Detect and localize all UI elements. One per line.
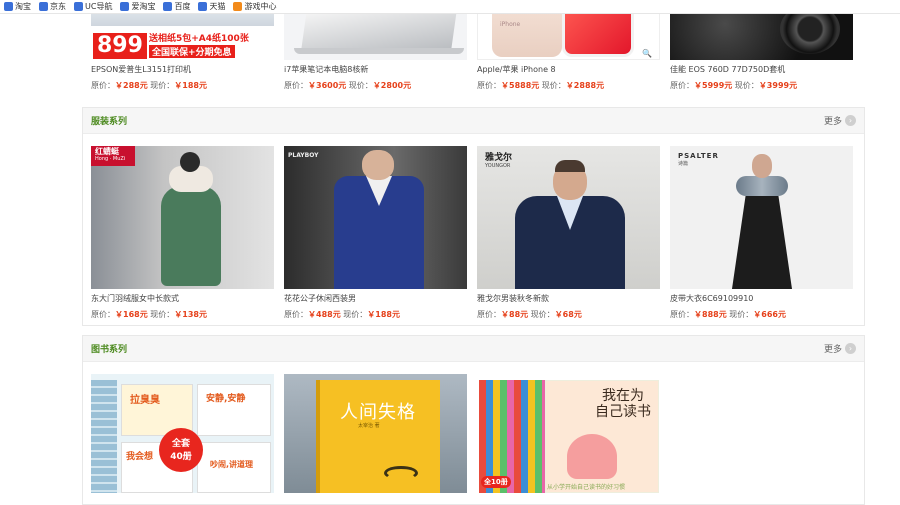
- brand-logo: 雅戈尔: [485, 153, 513, 163]
- product-card[interactable]: PSALTER 诗篇 皮带大衣6C69109910 原价：￥888元 现价：￥6…: [670, 146, 853, 320]
- product-image-reading-set[interactable]: 我在为 自己读书 从小学开始自己读书的好习惯 全10册: [477, 374, 660, 493]
- product-card[interactable]: 拉臭臭 安静,安静 我会想 吵闹,讲道理 全套 40册: [91, 374, 274, 493]
- bookmark-icon: [39, 2, 48, 11]
- arrow-right-icon: ›: [845, 343, 856, 354]
- cover-author: 太宰治 著: [358, 423, 380, 429]
- bookmark-icon: [120, 2, 130, 11]
- product-price: 原价：￥5999元 现价：￥3999元: [670, 81, 798, 90]
- cover-title: 吵闹,讲道理: [210, 460, 254, 469]
- product-image-coat-black[interactable]: PSALTER 诗篇: [670, 146, 853, 289]
- more-link[interactable]: 更多 ›: [824, 342, 856, 355]
- arrow-right-icon: ›: [845, 115, 856, 126]
- bookmark-label: 淘宝: [15, 2, 31, 11]
- brand-logo: PLAYBOY: [288, 152, 319, 159]
- product-name[interactable]: 花花公子休闲西装男: [284, 293, 467, 304]
- bookmark-baidu[interactable]: 百度: [163, 1, 190, 12]
- product-image-coat-green[interactable]: 红蜻蜓 Hong · MuZi: [91, 146, 274, 289]
- set-badge: 全套 40册: [159, 428, 203, 472]
- product-price: 原价：￥5888元 现价：￥2888元: [477, 81, 605, 90]
- phone-label: iPhone: [500, 21, 521, 28]
- product-price: 原价：￥3600元 现价：￥2800元: [284, 81, 412, 90]
- electronics-row: 899 送相纸5包+A4纸100张 全国联保+分期免息 EPSON爱普生L315…: [91, 0, 861, 95]
- product-price: 原价：￥488元 现价：￥188元: [284, 310, 400, 319]
- product-card[interactable]: 我在为 自己读书 从小学开始自己读书的好习惯 全10册: [477, 374, 660, 493]
- brand-sub: Hong · MuZi: [95, 156, 126, 162]
- product-name[interactable]: EPSON爱普生L3151打印机: [91, 64, 274, 75]
- bookmark-tmall[interactable]: 天猫: [198, 1, 225, 12]
- set-badge: 全10册: [481, 476, 511, 488]
- product-name[interactable]: 雅戈尔男装秋冬新款: [477, 293, 660, 304]
- bookmark-aitaobao[interactable]: 爱淘宝: [120, 1, 155, 12]
- product-price: 原价：￥288元 现价：￥188元: [91, 81, 207, 90]
- product-name[interactable]: 佳能 EOS 760D 77D750D套机: [670, 64, 853, 75]
- product-image-suit-navy[interactable]: 雅戈尔 YOUNGOR: [477, 146, 660, 289]
- product-card[interactable]: 红蜻蜓 Hong · MuZi 东大门羽绒服女中长款式 原价：￥168元 现价：…: [91, 146, 274, 320]
- product-price: 原价：￥88元 现价：￥68元: [477, 310, 582, 319]
- product-price: 原价：￥888元 现价：￥666元: [670, 310, 786, 319]
- product-name[interactable]: 东大门羽绒服女中长款式: [91, 293, 274, 304]
- product-image-picture-books[interactable]: 拉臭臭 安静,安静 我会想 吵闹,讲道理 全套 40册: [91, 374, 274, 493]
- brand-logo: 红蜻蜓: [95, 147, 119, 156]
- bookmark-taobao[interactable]: 淘宝: [4, 1, 31, 12]
- cover-caption: 从小学开始自己读书的好习惯: [547, 484, 626, 491]
- bookmark-label: 游戏中心: [244, 2, 277, 11]
- product-card[interactable]: 雅戈尔 YOUNGOR 雅戈尔男装秋冬新款 原价：￥88元 现价：￥68元: [477, 146, 660, 320]
- bookmark-label: 百度: [174, 2, 191, 11]
- product-card[interactable]: PLAYBOY 花花公子休闲西装男 原价：￥488元 现价：￥188元: [284, 146, 467, 320]
- promo-line: 送相纸5包+A4纸100张: [149, 34, 249, 44]
- cover-title: 我在为 自己读书: [595, 388, 651, 420]
- brand-sub: 诗篇: [678, 161, 689, 167]
- promo-line: 全国联保+分期免息: [149, 45, 235, 58]
- bookmark-label: 京东: [50, 2, 66, 11]
- bookmarks-bar: 淘宝 京东 UC导航 爱淘宝 百度 天猫 游戏中心: [0, 0, 900, 14]
- bookmark-icon: [4, 2, 13, 11]
- section-title: 图书系列: [91, 345, 128, 355]
- game-icon: [233, 2, 243, 11]
- brand-sub: YOUNGOR: [485, 163, 511, 169]
- bookmark-uc[interactable]: UC导航: [74, 1, 112, 12]
- bookmark-label: 爱淘宝: [131, 2, 156, 11]
- section-title: 服装系列: [91, 117, 128, 127]
- product-name[interactable]: Apple/苹果 iPhone 8: [477, 64, 660, 75]
- section-header: 服装系列 更多 ›: [83, 108, 864, 134]
- product-image-suit-blue[interactable]: PLAYBOY: [284, 146, 467, 289]
- bookmark-label: UC导航: [85, 2, 113, 11]
- more-link[interactable]: 更多 ›: [824, 114, 856, 127]
- product-name[interactable]: 皮带大衣6C69109910: [670, 293, 853, 304]
- product-card[interactable]: 人间失格 太宰治 著: [284, 374, 467, 493]
- bookmark-icon: [74, 2, 83, 11]
- bookmark-icon: [198, 2, 208, 11]
- cover-title: 我会想: [126, 452, 154, 462]
- bookmark-icon: [163, 2, 173, 11]
- cover-title: 安静,安静: [206, 394, 246, 404]
- cover-title: 拉臭臭: [130, 395, 160, 406]
- cover-title: 人间失格: [340, 402, 416, 423]
- zoom-icon[interactable]: 🔍: [642, 49, 652, 58]
- promo-price: 899: [93, 33, 147, 59]
- bookmark-games[interactable]: 游戏中心: [233, 1, 276, 12]
- bookmark-label: 天猫: [209, 2, 226, 11]
- bookmark-jd[interactable]: 京东: [39, 1, 66, 12]
- section-header: 图书系列 更多 ›: [83, 336, 864, 362]
- product-image-novel[interactable]: 人间失格 太宰治 著: [284, 374, 467, 493]
- brand-logo: PSALTER: [678, 152, 719, 160]
- product-name[interactable]: i7苹果笔记本电脑8核新: [284, 64, 467, 75]
- product-price: 原价：￥168元 现价：￥138元: [91, 310, 207, 319]
